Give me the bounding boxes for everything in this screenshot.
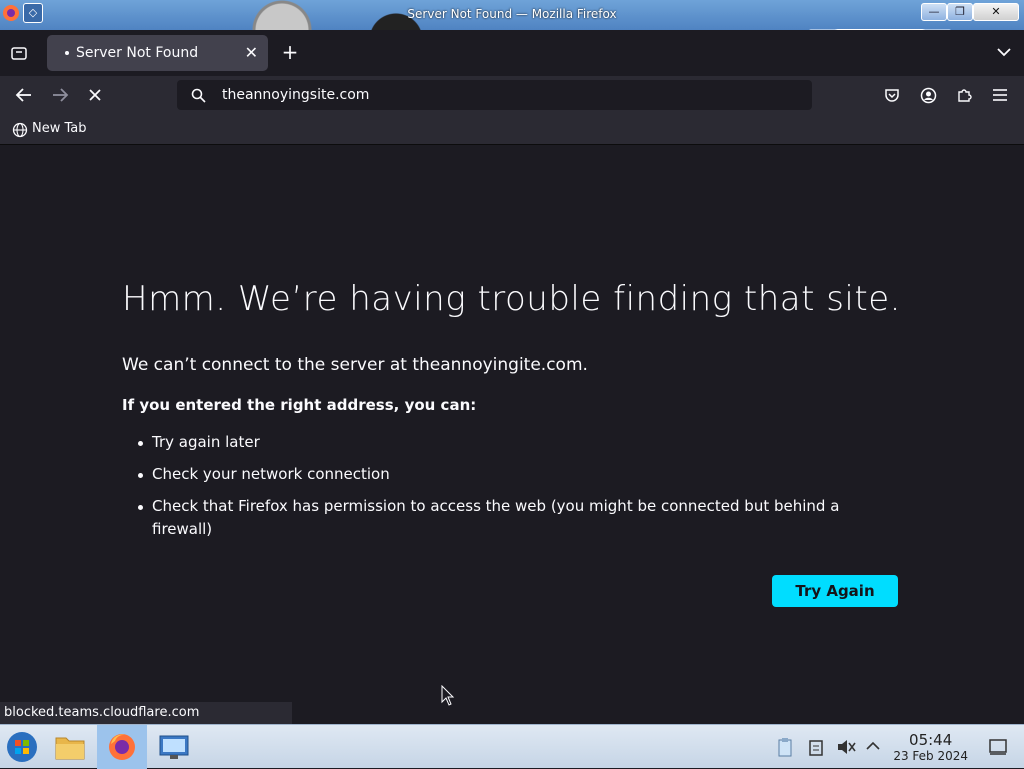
account-icon[interactable] bbox=[920, 87, 937, 104]
status-bar: blocked.teams.cloudflare.com bbox=[0, 702, 292, 724]
globe-icon bbox=[12, 122, 28, 138]
window-title: Server Not Found — Mozilla Firefox bbox=[407, 7, 617, 21]
volume-muted-icon[interactable] bbox=[836, 738, 856, 756]
list-item: Check that Firefox has permission to acc… bbox=[122, 495, 862, 541]
minimize-button[interactable]: — bbox=[921, 3, 947, 21]
stop-icon[interactable] bbox=[88, 88, 102, 102]
forward-icon[interactable] bbox=[51, 87, 69, 103]
taskbar-file-manager[interactable] bbox=[48, 725, 92, 769]
show-desktop-icon[interactable] bbox=[988, 738, 1008, 756]
error-page: Hmm. We’re having trouble finding that s… bbox=[0, 145, 1024, 724]
taskbar: 05:44 23 Feb 2024 bbox=[0, 724, 1024, 769]
suggestions-heading: If you entered the right address, you ca… bbox=[122, 396, 477, 414]
suggestions-list: Try again later Check your network conne… bbox=[122, 431, 862, 550]
firefox-icon bbox=[109, 734, 135, 760]
list-item: Try again later bbox=[122, 431, 862, 454]
list-item: Check your network connection bbox=[122, 463, 862, 486]
url-text[interactable]: theannoyingsite.com bbox=[222, 87, 369, 103]
bookmarks-toolbar: New Tab bbox=[0, 114, 1024, 145]
extensions-icon[interactable] bbox=[956, 87, 972, 103]
loading-dot-icon bbox=[65, 51, 69, 55]
url-bar[interactable]: theannoyingsite.com bbox=[177, 80, 812, 110]
bookmark-new-tab[interactable]: New Tab bbox=[32, 121, 87, 136]
file-manager-icon bbox=[55, 737, 85, 760]
clipboard-icon[interactable] bbox=[808, 738, 824, 756]
clock-date: 23 Feb 2024 bbox=[893, 749, 968, 763]
navigation-toolbar: theannoyingsite.com bbox=[0, 76, 1024, 114]
mouse-cursor-icon bbox=[441, 685, 455, 706]
start-button[interactable] bbox=[2, 725, 42, 769]
taskbar-firefox[interactable] bbox=[97, 725, 147, 769]
tab-label: Server Not Found bbox=[76, 45, 199, 61]
error-title: Hmm. We’re having trouble finding that s… bbox=[122, 279, 901, 319]
clock-time: 05:44 bbox=[909, 731, 953, 749]
tab-bar: Server Not Found ✕ + bbox=[0, 30, 1024, 76]
network-icon bbox=[159, 735, 189, 759]
menu-icon[interactable] bbox=[992, 88, 1008, 102]
try-again-button[interactable]: Try Again bbox=[772, 575, 898, 607]
taskbar-clock[interactable]: 05:44 23 Feb 2024 bbox=[893, 731, 968, 763]
close-tab-icon[interactable]: ✕ bbox=[245, 43, 258, 62]
all-tabs-icon[interactable] bbox=[996, 46, 1012, 58]
window-titlebar: ◇ Server Not Found — Mozilla Firefox — ❐… bbox=[0, 0, 1024, 30]
pocket-icon[interactable] bbox=[884, 87, 900, 103]
start-icon bbox=[7, 732, 37, 762]
tab-list-icon[interactable] bbox=[10, 44, 28, 62]
taskbar-network-app[interactable] bbox=[152, 725, 196, 769]
search-icon bbox=[191, 88, 206, 103]
new-tab-icon[interactable]: + bbox=[280, 40, 300, 64]
error-description: We can’t connect to the server at theann… bbox=[122, 355, 588, 375]
tab-server-not-found[interactable]: Server Not Found ✕ bbox=[47, 35, 268, 71]
clipboard-icon[interactable] bbox=[777, 737, 793, 757]
tray-expand-icon[interactable] bbox=[866, 741, 880, 751]
maximize-button[interactable]: ❐ bbox=[947, 3, 973, 21]
back-icon[interactable] bbox=[15, 87, 33, 103]
close-window-button[interactable]: ✕ bbox=[973, 3, 1019, 21]
